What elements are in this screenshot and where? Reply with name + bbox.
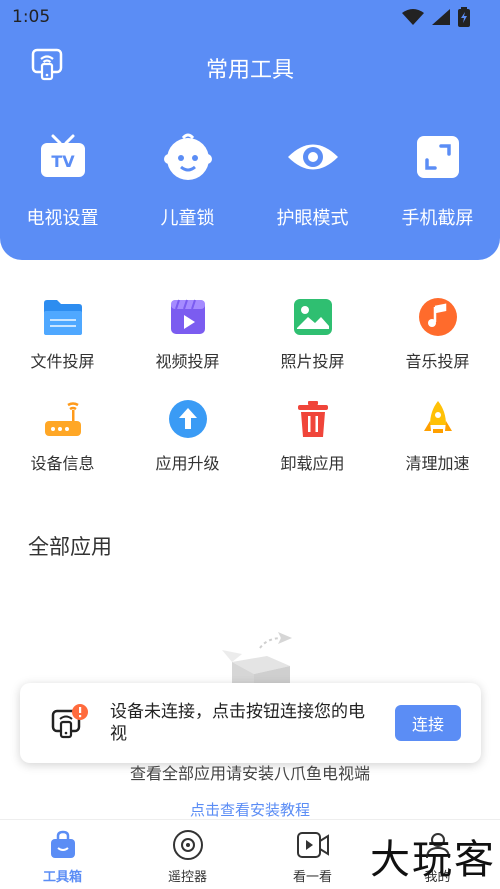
notice-text: 设备未连接，点击按钮连接您的电视 (110, 702, 365, 744)
hero-item-tv-settings[interactable]: TV 电视设置 (0, 130, 125, 230)
trash-icon (292, 398, 334, 440)
photo-icon (292, 296, 334, 338)
music-icon (417, 296, 459, 338)
hero-item-label: 手机截屏 (401, 208, 474, 229)
tool-label: 照片投屏 (280, 352, 345, 371)
connection-notice: 设备未连接，点击按钮连接您的电视 连接 (20, 683, 481, 763)
tool-row: 文件投屏 视频投屏 照片投屏 音乐投屏 (0, 296, 500, 398)
tool-clean-boost[interactable]: 清理加速 (375, 398, 500, 500)
battery-icon (458, 7, 470, 27)
router-icon (42, 398, 84, 440)
status-bar: 1:05 (12, 6, 470, 28)
install-hint: 查看全部应用请安装八爪鱼电视端 (129, 764, 370, 783)
hero-tools: TV 电视设置 儿童锁 护眼模式 手机截屏 (0, 130, 500, 230)
tool-row: 设备信息 应用升级 卸载应用 清理加速 (0, 398, 500, 500)
tool-grid: 文件投屏 视频投屏 照片投屏 音乐投屏 设备信息 应用升级 卸载应用 清理加速 (0, 296, 500, 500)
install-guide-link[interactable]: 点击查看安装教程 (0, 799, 500, 820)
tab-remote[interactable]: 遥控器 (125, 820, 250, 889)
hero-item-label: 电视设置 (26, 208, 99, 229)
tab-label: 工具箱 (42, 870, 82, 885)
signal-icon (432, 9, 450, 25)
tool-music-cast[interactable]: 音乐投屏 (375, 296, 500, 398)
wifi-icon (402, 9, 424, 25)
connect-button[interactable]: 连接 (395, 705, 461, 741)
tool-label: 设备信息 (30, 454, 95, 473)
tool-label: 音乐投屏 (405, 352, 470, 371)
tool-label: 卸载应用 (280, 454, 345, 473)
tab-watch[interactable]: 看一看 (250, 820, 375, 889)
header-panel: 1:05 常用工具 TV 电视设置 儿童锁 护眼模式 手机截屏 (0, 0, 500, 260)
upgrade-icon (167, 398, 209, 440)
hero-item-screenshot[interactable]: 手机截屏 (375, 130, 500, 230)
tool-label: 视频投屏 (155, 352, 220, 371)
tool-label: 应用升级 (155, 454, 220, 473)
hero-item-label: 儿童锁 (160, 208, 215, 229)
tab-toolbox[interactable]: 工具箱 (0, 820, 125, 889)
toolbox-icon (46, 828, 80, 862)
tool-photo-cast[interactable]: 照片投屏 (250, 296, 375, 398)
tool-app-upgrade[interactable]: 应用升级 (125, 398, 250, 500)
video-icon (167, 296, 209, 338)
cast-alert-icon (50, 703, 90, 743)
eye-icon (286, 130, 340, 184)
status-time: 1:05 (12, 7, 51, 27)
system-icons (402, 7, 470, 27)
tab-label: 遥控器 (167, 870, 207, 885)
tool-label: 文件投屏 (30, 352, 95, 371)
tab-label: 看一看 (292, 870, 332, 885)
tool-label: 清理加速 (405, 454, 470, 473)
tool-uninstall[interactable]: 卸载应用 (250, 398, 375, 500)
tool-file-cast[interactable]: 文件投屏 (0, 296, 125, 398)
rocket-icon (417, 398, 459, 440)
folder-icon (42, 296, 84, 338)
remote-icon (171, 828, 205, 862)
tv-icon: TV (36, 130, 90, 184)
child-face-icon (161, 130, 215, 184)
page-title: 常用工具 (205, 58, 294, 83)
screenshot-icon (411, 130, 465, 184)
svg-text:TV: TV (51, 152, 75, 171)
watermark-logo: 大玩客 (370, 837, 496, 883)
tool-device-info[interactable]: 设备信息 (0, 398, 125, 500)
hero-item-eye-care[interactable]: 护眼模式 (250, 130, 375, 230)
hero-item-child-lock[interactable]: 儿童锁 (125, 130, 250, 230)
tool-video-cast[interactable]: 视频投屏 (125, 296, 250, 398)
section-title: 全部应用 (28, 535, 112, 559)
video-play-icon (296, 828, 330, 862)
hero-item-label: 护眼模式 (276, 208, 349, 229)
